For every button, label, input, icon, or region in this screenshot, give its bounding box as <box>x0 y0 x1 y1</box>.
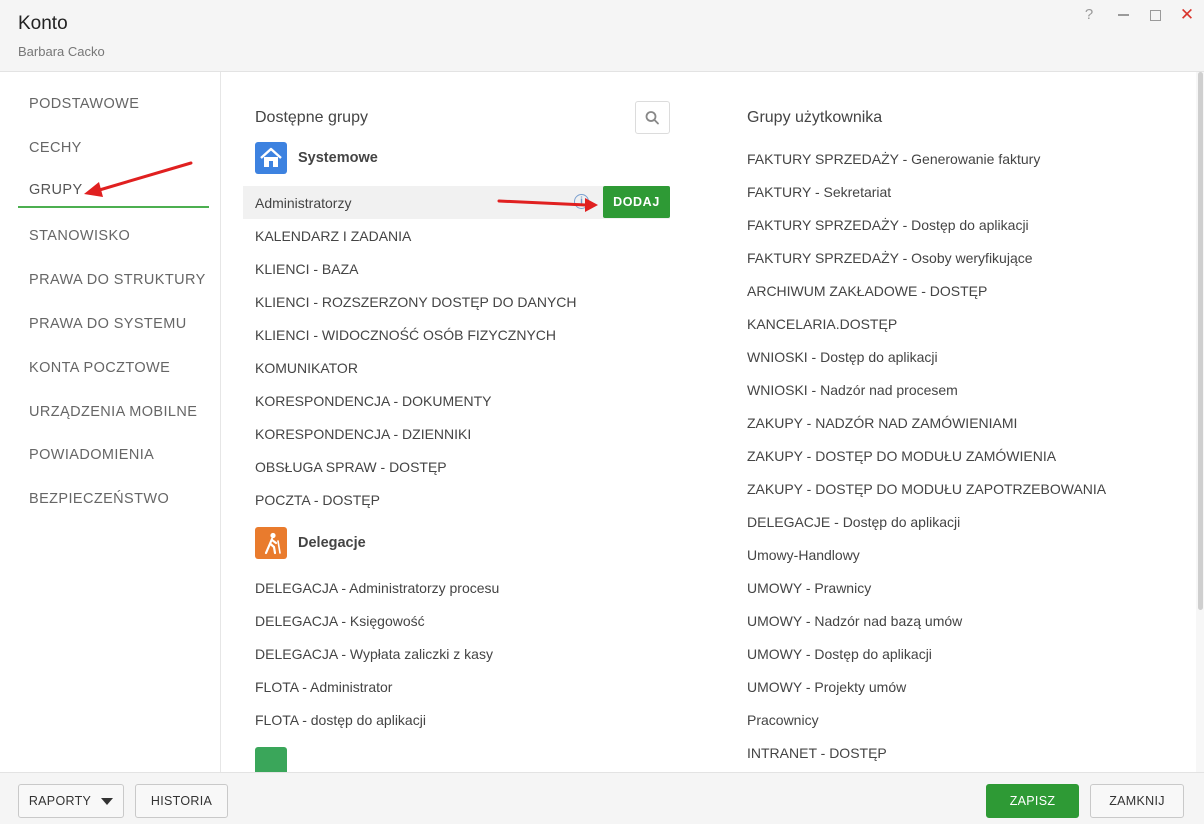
user-group-item[interactable]: UMOWY - Nadzór nad bazą umów <box>747 613 962 629</box>
sidebar-item-bezpieczenstwo[interactable]: BEZPIECZEŃSTWO <box>18 481 209 517</box>
available-group-item[interactable]: FLOTA - dostęp do aplikacji <box>255 712 426 728</box>
user-group-item[interactable]: FAKTURY SPRZEDAŻY - Dostęp do aplikacji <box>747 217 1029 233</box>
user-group-item[interactable]: ZAKUPY - DOSTĘP DO MODUŁU ZAPOTRZEBOWANI… <box>747 481 1106 497</box>
category-icon <box>255 747 287 772</box>
available-group-item[interactable]: DELEGACJA - Administratorzy procesu <box>255 580 499 596</box>
category-label-systemowe: Systemowe <box>298 150 378 166</box>
user-group-item[interactable]: FAKTURY - Sekretariat <box>747 184 891 200</box>
user-group-item[interactable]: UMOWY - Prawnicy <box>747 580 871 596</box>
sidebar-item-konta-pocztowe[interactable]: KONTA POCZTOWE <box>18 350 209 386</box>
window-title: Konto <box>18 13 68 34</box>
available-group-item[interactable]: KLIENCI - WIDOCZNOŚĆ OSÓB FIZYCZNYCH <box>255 327 556 343</box>
close-button[interactable]: ZAMKNIJ <box>1090 784 1184 818</box>
window-header: Konto Barbara Cacko ? ✕ <box>0 0 1204 72</box>
available-group-item[interactable]: KLIENCI - ROZSZERZONY DOSTĘP DO DANYCH <box>255 294 577 310</box>
search-button[interactable] <box>635 101 670 134</box>
sidebar-item-prawa-do-struktury[interactable]: PRAWA DO STRUKTURY <box>18 262 209 298</box>
user-group-item[interactable]: DELEGACJE - Dostęp do aplikacji <box>747 514 960 530</box>
user-group-item[interactable]: Umowy-Handlowy <box>747 547 860 563</box>
sidebar-item-stanowisko[interactable]: STANOWISKO <box>18 218 209 254</box>
available-group-item[interactable]: KORESPONDENCJA - DZIENNIKI <box>255 426 471 442</box>
reports-label: RAPORTY <box>28 794 92 808</box>
maximize-icon[interactable] <box>1146 6 1164 24</box>
traveler-icon <box>255 527 287 559</box>
user-group-item[interactable]: ZAKUPY - NADZÓR NAD ZAMÓWIENIAMI <box>747 415 1017 431</box>
available-group-item[interactable]: KLIENCI - BAZA <box>255 261 358 277</box>
category-label-delegacje: Delegacje <box>298 535 366 551</box>
available-group-item[interactable]: KORESPONDENCJA - DOKUMENTY <box>255 393 491 409</box>
sidebar-item-grupy[interactable]: GRUPY <box>18 172 209 208</box>
home-icon <box>255 142 287 174</box>
user-groups-title: Grupy użytkownika <box>747 109 883 126</box>
available-group-item[interactable]: Administratorzy <box>255 195 351 211</box>
user-group-item[interactable]: UMOWY - Dostęp do aplikacji <box>747 646 932 662</box>
available-groups-title: Dostępne grupy <box>255 109 368 126</box>
sidebar-item-prawa-do-systemu[interactable]: PRAWA DO SYSTEMU <box>18 306 209 342</box>
available-group-item[interactable]: KOMUNIKATOR <box>255 360 358 376</box>
search-icon <box>645 111 659 125</box>
account-owner-name: Barbara Cacko <box>18 44 105 59</box>
sidebar-item-cechy[interactable]: CECHY <box>18 130 209 166</box>
close-icon[interactable]: ✕ <box>1178 6 1196 24</box>
available-group-item[interactable]: KALENDARZ I ZADANIA <box>255 228 411 244</box>
caret-down-icon <box>101 798 114 806</box>
sidebar-item-urzadzenia-mobilne[interactable]: URZĄDZENIA MOBILNE <box>18 394 209 430</box>
user-group-item[interactable]: WNIOSKI - Dostęp do aplikacji <box>747 349 938 365</box>
user-group-item[interactable]: Pracownicy <box>747 712 819 728</box>
scrollbar-thumb[interactable] <box>1198 72 1203 610</box>
available-group-item[interactable]: OBSŁUGA SPRAW - DOSTĘP <box>255 459 447 475</box>
sidebar-item-powiadomienia[interactable]: POWIADOMIENIA <box>18 437 209 473</box>
user-group-item[interactable]: ZAKUPY - DOSTĘP DO MODUŁU ZAMÓWIENIA <box>747 448 1056 464</box>
user-group-item[interactable]: FAKTURY SPRZEDAŻY - Osoby weryfikujące <box>747 250 1033 266</box>
user-group-item[interactable]: KANCELARIA.DOSTĘP <box>747 316 897 332</box>
sidebar-item-podstawowe[interactable]: PODSTAWOWE <box>18 86 209 122</box>
history-button[interactable]: HISTORIA <box>135 784 228 818</box>
add-group-button[interactable]: DODAJ <box>603 186 670 218</box>
available-group-item[interactable]: FLOTA - Administrator <box>255 679 392 695</box>
info-icon[interactable]: i <box>574 194 589 209</box>
minimize-icon[interactable] <box>1114 6 1132 24</box>
user-group-item[interactable]: WNIOSKI - Nadzór nad procesem <box>747 382 958 398</box>
user-group-item[interactable]: UMOWY - Projekty umów <box>747 679 906 695</box>
reports-dropdown-button[interactable]: RAPORTY <box>18 784 124 818</box>
save-button[interactable]: ZAPISZ <box>986 784 1079 818</box>
help-icon[interactable]: ? <box>1080 6 1098 24</box>
user-group-item[interactable]: INTRANET - DOSTĘP <box>747 745 887 761</box>
user-group-item[interactable]: FAKTURY SPRZEDAŻY - Generowanie faktury <box>747 151 1040 167</box>
available-group-item[interactable]: DELEGACJA - Księgowość <box>255 613 425 629</box>
available-group-item[interactable]: DELEGACJA - Wypłata zaliczki z kasy <box>255 646 493 662</box>
available-group-item[interactable]: POCZTA - DOSTĘP <box>255 492 380 508</box>
user-group-item[interactable]: ARCHIWUM ZAKŁADOWE - DOSTĘP <box>747 283 987 299</box>
